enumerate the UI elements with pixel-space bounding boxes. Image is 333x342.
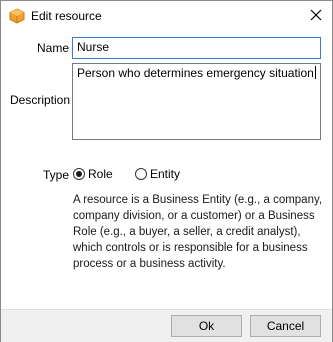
ok-button[interactable]: Ok xyxy=(171,315,242,337)
type-label: Type xyxy=(43,168,70,182)
radio-entity-circle xyxy=(135,168,147,180)
radio-entity-label: Entity xyxy=(150,167,181,181)
app-cube-icon xyxy=(9,8,25,24)
radio-role-circle xyxy=(73,168,85,180)
cancel-button[interactable]: Cancel xyxy=(250,315,321,337)
close-icon xyxy=(310,9,322,24)
radio-entity[interactable]: Entity xyxy=(135,167,180,181)
dialog-content: Name Nurse Description Person who determ… xyxy=(1,31,332,309)
description-field[interactable]: Person who determines emergency situatio… xyxy=(72,63,321,140)
title-bar: Edit resource xyxy=(1,1,332,31)
window-title: Edit resource xyxy=(31,9,102,23)
radio-role[interactable]: Role xyxy=(73,167,113,181)
description-label: Description xyxy=(10,93,71,107)
name-label: Name xyxy=(37,41,70,55)
close-button[interactable] xyxy=(306,6,326,26)
radio-role-label: Role xyxy=(88,167,113,181)
radio-selected-dot xyxy=(76,171,82,177)
edit-resource-dialog: Edit resource Name Nurse Description Per… xyxy=(0,0,333,342)
dialog-footer: Ok Cancel xyxy=(1,309,332,342)
name-field[interactable]: Nurse xyxy=(72,37,321,59)
text-caret xyxy=(314,66,316,79)
name-value: Nurse xyxy=(77,40,110,54)
description-value: Person who determines emergency situatio… xyxy=(77,66,314,80)
help-text: A resource is a Business Entity (e.g., a… xyxy=(73,194,323,270)
